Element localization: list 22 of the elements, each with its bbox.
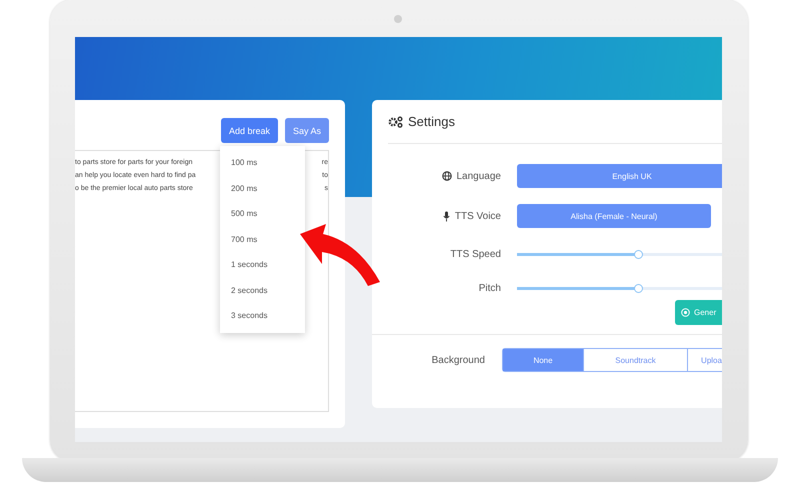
add-break-button[interactable]: Add break xyxy=(220,118,278,143)
menu-item[interactable]: 700 ms xyxy=(220,226,305,252)
gears-icon xyxy=(388,116,403,128)
globe-icon xyxy=(442,171,452,181)
slider-thumb[interactable] xyxy=(634,284,643,292)
menu-item[interactable]: 100 ms xyxy=(220,150,305,176)
menu-item[interactable]: 2 seconds xyxy=(220,278,305,303)
slider-label: Pitch xyxy=(478,282,501,294)
language-label: Language xyxy=(456,170,501,182)
menu-item[interactable]: 200 ms xyxy=(220,176,305,201)
slider-label: TTS Speed xyxy=(450,248,501,260)
microphone-icon xyxy=(442,210,450,222)
record-icon xyxy=(681,308,690,317)
settings-title: Settings xyxy=(408,114,455,129)
background-label: Background xyxy=(432,354,485,366)
menu-item[interactable]: 1 seconds xyxy=(220,252,305,278)
tts-voice-label: TTS Voice xyxy=(454,210,501,222)
menu-item[interactable]: 3 seconds xyxy=(220,303,305,328)
slider[interactable] xyxy=(517,252,722,256)
slider[interactable] xyxy=(517,286,722,290)
slider-thumb[interactable] xyxy=(634,250,643,258)
menu-item[interactable]: 500 ms xyxy=(220,201,305,226)
